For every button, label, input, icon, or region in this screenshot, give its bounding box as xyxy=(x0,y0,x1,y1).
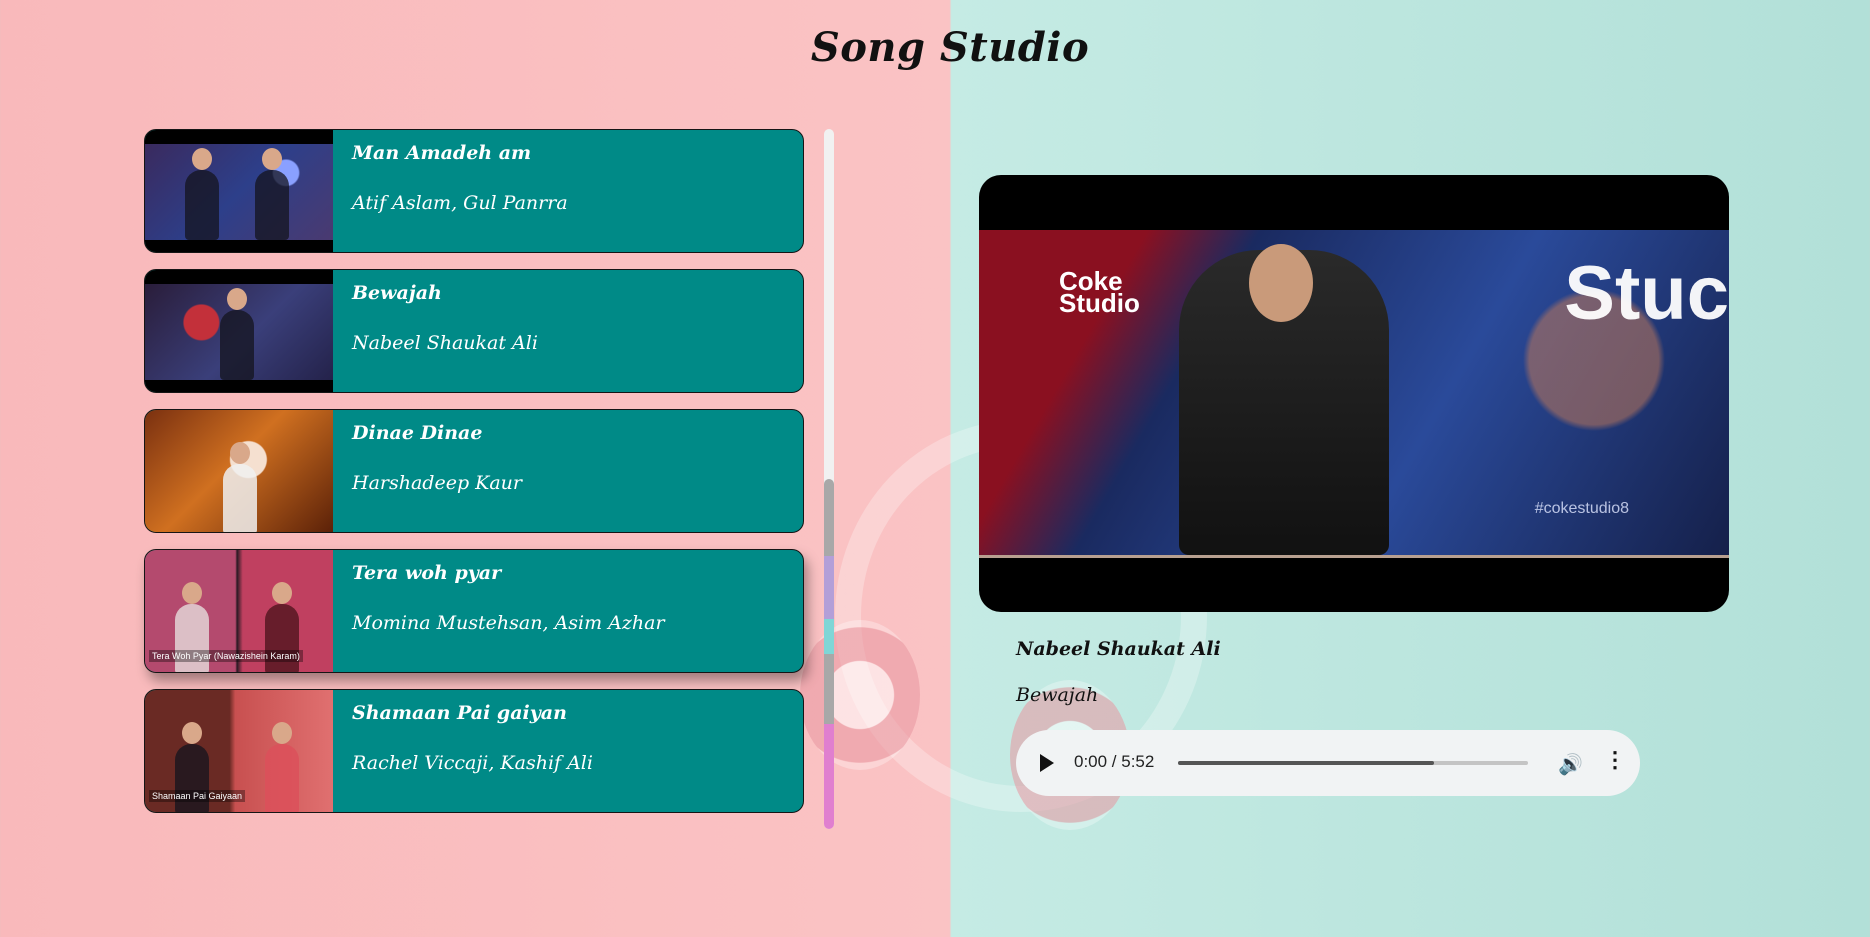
song-title: Dinae Dinae xyxy=(352,422,483,444)
song-list-scrollbar[interactable] xyxy=(824,129,834,829)
progress-fill xyxy=(1178,761,1434,765)
now-playing-title: Bewajah xyxy=(1016,684,1099,706)
song-title: Man Amadeh am xyxy=(352,142,532,164)
time-display: 0:00 / 5:52 xyxy=(1074,752,1155,771)
song-thumbnail: Shamaan Pai Gaiyaan xyxy=(145,690,333,812)
song-title: Tera woh pyar xyxy=(352,562,502,584)
song-thumbnail: Tera Woh Pyar (Nawazishein Karam) xyxy=(145,550,333,672)
audio-player: 0:00 / 5:52 🔊 ⋮ xyxy=(1016,730,1640,796)
now-playing-artist: Nabeel Shaukat Ali xyxy=(1016,638,1221,660)
song-card[interactable]: Tera Woh Pyar (Nawazishein Karam) Tera w… xyxy=(144,549,804,673)
play-icon[interactable] xyxy=(1040,754,1054,772)
song-list: Man Amadeh am Atif Aslam, Gul Panrra Bew… xyxy=(144,129,806,829)
progress-bar[interactable] xyxy=(1178,761,1528,765)
video-logo: Coke Studio xyxy=(1059,266,1140,318)
video-frame: Coke Studio Stuc #cokestudio8 xyxy=(979,230,1729,558)
more-options-icon[interactable]: ⋮ xyxy=(1604,748,1626,772)
headphone-cup-left xyxy=(800,620,920,770)
song-artist: Harshadeep Kaur xyxy=(352,472,522,494)
song-artist: Rachel Viccaji, Kashif Ali xyxy=(352,752,593,774)
scrollbar-thumb[interactable] xyxy=(824,479,834,829)
song-artist: Nabeel Shaukat Ali xyxy=(352,332,538,354)
song-card[interactable]: Shamaan Pai Gaiyaan Shamaan Pai gaiyan R… xyxy=(144,689,804,813)
song-card[interactable]: Man Amadeh am Atif Aslam, Gul Panrra xyxy=(144,129,804,253)
page-title: Song Studio xyxy=(810,24,1090,71)
video-player[interactable]: Coke Studio Stuc #cokestudio8 xyxy=(979,175,1729,612)
song-card[interactable]: Bewajah Nabeel Shaukat Ali xyxy=(144,269,804,393)
song-artist: Momina Mustehsan, Asim Azhar xyxy=(352,612,665,634)
song-thumbnail xyxy=(145,130,333,252)
singer-figure xyxy=(1179,244,1389,555)
song-artist: Atif Aslam, Gul Panrra xyxy=(352,192,568,214)
volume-icon[interactable]: 🔊 xyxy=(1558,752,1583,777)
video-hashtag: #cokestudio8 xyxy=(1534,500,1629,517)
song-thumbnail xyxy=(145,410,333,532)
song-title: Bewajah xyxy=(352,282,442,304)
thumbnail-caption: Shamaan Pai Gaiyaan xyxy=(149,790,246,802)
song-title: Shamaan Pai gaiyan xyxy=(352,702,567,724)
video-brand-text: Stuc xyxy=(1564,251,1729,336)
thumbnail-caption: Tera Woh Pyar (Nawazishein Karam) xyxy=(149,650,303,662)
song-thumbnail xyxy=(145,270,333,392)
song-card[interactable]: Dinae Dinae Harshadeep Kaur xyxy=(144,409,804,533)
